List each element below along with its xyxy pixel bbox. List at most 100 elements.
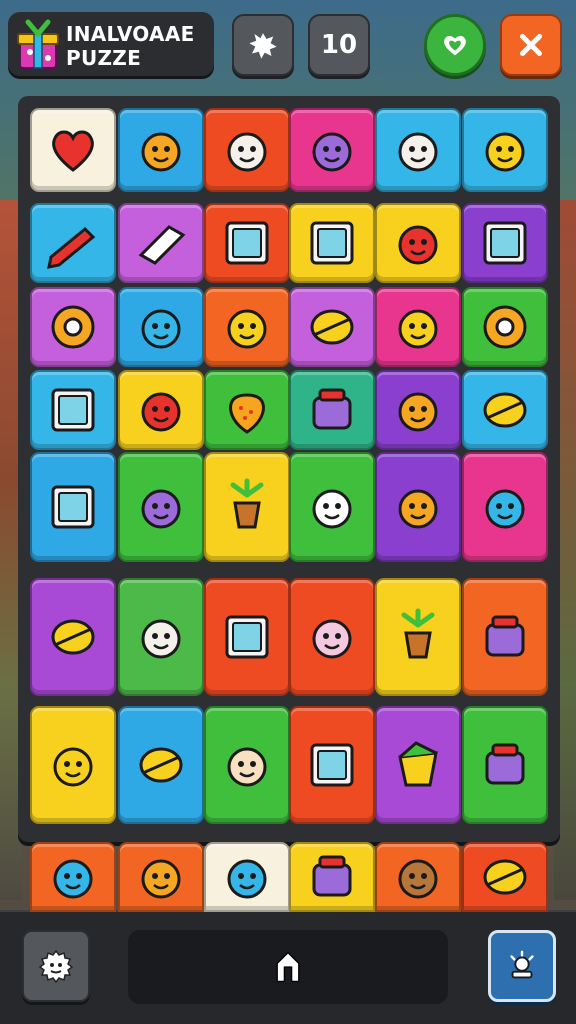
tile-r3-c3[interactable]	[204, 287, 290, 367]
top-bar: INALVOAAE PUZZE 10	[0, 0, 576, 92]
home-button[interactable]	[128, 930, 448, 1004]
purple-cat-icon	[312, 132, 352, 172]
tile-r7-c4[interactable]	[289, 706, 375, 824]
gear-icon	[38, 949, 74, 984]
tile-r7-c6[interactable]	[462, 706, 548, 824]
tile-r5-c3[interactable]	[204, 452, 290, 562]
gift-box-icon	[14, 18, 62, 72]
tile-r8-c4[interactable]	[289, 842, 375, 912]
tile-r5-c2[interactable]	[118, 452, 204, 562]
heart-icon	[444, 35, 466, 56]
cup-icon	[312, 855, 352, 897]
tile-r6-c1[interactable]	[30, 578, 116, 696]
tile-r4-c1[interactable]	[30, 370, 116, 450]
home-icon	[276, 951, 300, 983]
blue-blob-icon	[485, 489, 525, 529]
eraser-icon	[138, 225, 186, 265]
tile-r2-c2[interactable]	[118, 203, 204, 283]
tile-r8-c1[interactable]	[30, 842, 116, 912]
red-blob-face-icon	[398, 225, 438, 265]
yellow-creature-icon	[485, 132, 525, 172]
yellow-flower-icon	[398, 309, 438, 349]
easel-icon	[51, 388, 95, 432]
tile-r1-c5[interactable]	[375, 108, 461, 192]
tile-r3-c6[interactable]	[462, 287, 548, 367]
jar-icon	[312, 388, 352, 430]
tile-r2-c4[interactable]	[289, 203, 375, 283]
close-button[interactable]	[500, 14, 562, 76]
heart-icon	[52, 130, 94, 172]
yellow-leaf-icon	[401, 608, 435, 659]
tile-r1-c4[interactable]	[289, 108, 375, 192]
tile-r7-c5[interactable]	[375, 706, 461, 824]
tile-r7-c2[interactable]	[118, 706, 204, 824]
brown-bear-icon	[398, 859, 438, 899]
purple-monster-icon	[141, 489, 181, 529]
tile-r5-c4[interactable]	[289, 452, 375, 562]
bottom-bar	[0, 910, 576, 1024]
tile-r4-c4[interactable]	[289, 370, 375, 450]
tile-r3-c4[interactable]	[289, 287, 375, 367]
palm-pot-icon	[230, 478, 264, 529]
tile-r4-c5[interactable]	[375, 370, 461, 450]
settings-button[interactable]	[232, 14, 294, 76]
tile-r6-c6[interactable]	[462, 578, 548, 696]
tile-r6-c4[interactable]	[289, 578, 375, 696]
green-box-icon	[483, 221, 527, 265]
counter-value: 10	[320, 30, 358, 60]
picture-frame-icon	[310, 221, 354, 265]
tile-r8-c5[interactable]	[375, 842, 461, 912]
tile-r1-c3[interactable]	[204, 108, 290, 192]
mirror-icon	[225, 221, 269, 265]
hint-icon	[510, 950, 534, 979]
tile-r5-c1[interactable]	[30, 452, 116, 562]
tile-r8-c2[interactable]	[118, 842, 204, 912]
capsule-icon	[483, 392, 527, 428]
tile-r1-c2[interactable]	[118, 108, 204, 192]
donut-icon	[483, 305, 527, 349]
hint-button[interactable]	[488, 930, 556, 1002]
tile-r7-c1[interactable]	[30, 706, 116, 824]
lion-cub-icon	[141, 859, 181, 899]
strawberry-icon	[229, 393, 265, 434]
tile-r2-c1[interactable]	[30, 203, 116, 283]
tile-r2-c6[interactable]	[462, 203, 548, 283]
fish-icon	[141, 309, 181, 349]
tile-r1-c6[interactable]	[462, 108, 548, 192]
tile-r4-c3[interactable]	[204, 370, 290, 450]
tv-icon	[51, 485, 95, 529]
tile-r7-c3[interactable]	[204, 706, 290, 824]
planet-icon	[310, 309, 354, 345]
tile-r4-c2[interactable]	[118, 370, 204, 450]
boy-icon	[227, 747, 267, 787]
cheese-icon	[398, 741, 438, 787]
tile-r3-c5[interactable]	[375, 287, 461, 367]
witch-icon	[312, 619, 352, 659]
tile-r6-c3[interactable]	[204, 578, 290, 696]
tile-r6-c2[interactable]	[118, 578, 204, 696]
tile-r3-c1[interactable]	[30, 287, 116, 367]
flower-face-icon	[227, 309, 267, 349]
pin-icon	[51, 619, 95, 655]
title-line-2: PUZZE	[66, 46, 142, 70]
red-pencil-icon	[47, 226, 96, 269]
robot-icon	[485, 743, 525, 785]
settings-gear-button[interactable]	[22, 930, 90, 1002]
tile-r1-c1[interactable]	[30, 108, 116, 192]
favorite-button[interactable]	[424, 14, 486, 76]
tile-r4-c6[interactable]	[462, 370, 548, 450]
tile-r2-c5[interactable]	[375, 203, 461, 283]
splat-icon	[249, 33, 277, 59]
tile-r3-c2[interactable]	[118, 287, 204, 367]
lion-face-icon	[398, 392, 438, 432]
tile-r5-c5[interactable]	[375, 452, 461, 562]
tile-r8-c3[interactable]	[204, 842, 290, 912]
tile-r2-c3[interactable]	[204, 203, 290, 283]
bear-face-icon	[227, 132, 267, 172]
tile-r6-c5[interactable]	[375, 578, 461, 696]
tile-r5-c6[interactable]	[462, 452, 548, 562]
game-title: INALVOAAE PUZZE	[66, 22, 216, 70]
tile-r8-c6[interactable]	[462, 842, 548, 912]
red-blob-icon	[141, 392, 181, 432]
yellow-lion-icon	[398, 489, 438, 529]
